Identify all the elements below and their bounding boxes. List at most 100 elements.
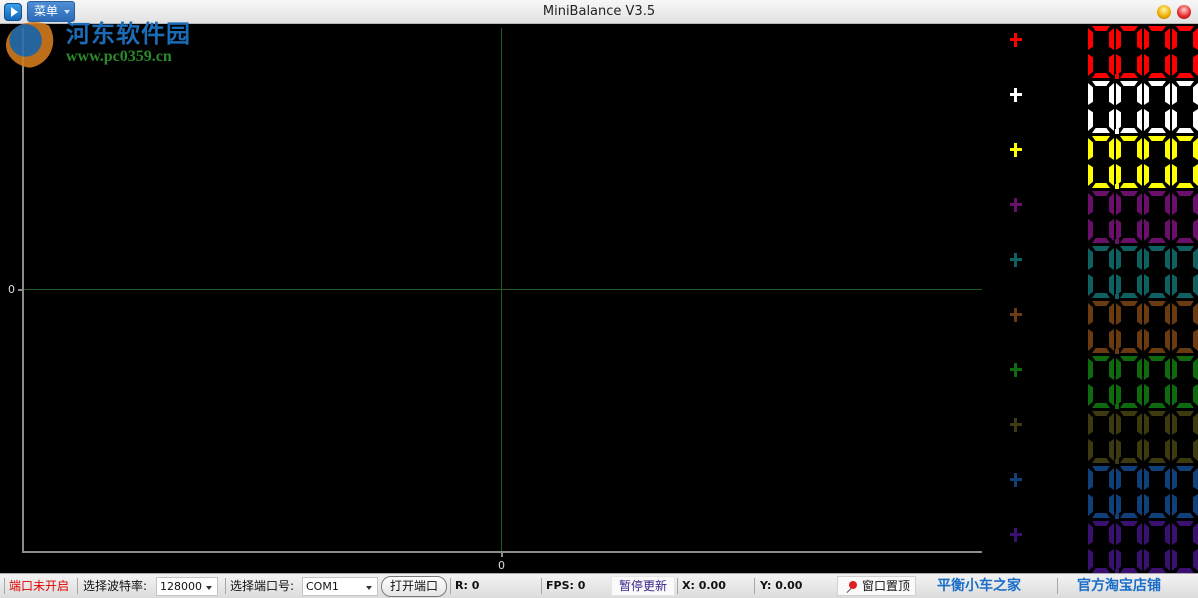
segment [1193, 494, 1198, 516]
seven-segment-digit [1088, 521, 1119, 574]
segment [1137, 54, 1142, 76]
segment [1120, 191, 1138, 196]
segment [1109, 384, 1114, 406]
seven-segment-digit [1144, 521, 1170, 573]
channel-2-display [1086, 80, 1198, 135]
segment [1144, 439, 1149, 461]
seven-segment-digit [1144, 246, 1170, 298]
seven-segment-digit [1088, 301, 1119, 354]
seven-segment-digit [1172, 26, 1198, 78]
x-tick-label: 0 [498, 559, 505, 572]
segment [1148, 183, 1166, 188]
segment [1193, 329, 1198, 351]
segment [1137, 28, 1142, 50]
channel-9-display [1086, 465, 1198, 520]
segment [1088, 83, 1093, 105]
baud-label: 选择波特率: [83, 579, 148, 593]
segment [1092, 73, 1110, 78]
seven-segment-digit [1088, 466, 1119, 519]
segment [1165, 164, 1170, 186]
segment [1193, 468, 1198, 490]
channel-9-toggle-plus-icon[interactable] [1010, 473, 1022, 487]
segment [1120, 403, 1138, 408]
plot-area[interactable]: 0 0 [0, 25, 1000, 572]
segment [1193, 28, 1198, 50]
segment [1172, 274, 1177, 296]
close-icon[interactable] [1177, 5, 1191, 19]
channel-2-toggle-plus-icon[interactable] [1010, 88, 1022, 102]
link-shop[interactable]: 官方淘宝店铺 [1077, 574, 1161, 598]
segment [1116, 164, 1121, 186]
channel-3-toggle-plus-icon[interactable] [1010, 143, 1022, 157]
fps-readout: FPS: 0 [546, 579, 586, 592]
segment [1193, 83, 1198, 105]
segment [1120, 26, 1138, 31]
segment [1109, 248, 1114, 270]
segment [1120, 301, 1138, 306]
seven-segment-digit [1172, 301, 1198, 353]
segment [1144, 193, 1149, 215]
segment [1165, 193, 1170, 215]
segment [1092, 293, 1110, 298]
segment [1148, 238, 1166, 243]
segment [1144, 28, 1149, 50]
pause-update-button[interactable]: 暂停更新 [611, 576, 675, 596]
r-readout: R: 0 [455, 579, 480, 592]
channel-4-toggle-plus-icon[interactable] [1010, 198, 1022, 212]
segment [1088, 54, 1093, 76]
seven-segment-digit [1172, 191, 1198, 243]
seven-segment-digit [1088, 191, 1119, 244]
channel-4-display [1086, 190, 1198, 245]
watermark-logo [6, 22, 62, 68]
seven-segment-digit [1144, 81, 1170, 133]
pin-window-button[interactable]: 窗口置顶 [837, 576, 916, 596]
segment [1165, 274, 1170, 296]
channel-5-toggle-plus-icon[interactable] [1010, 253, 1022, 267]
channel-10-toggle-plus-icon[interactable] [1010, 528, 1022, 542]
segment [1193, 358, 1198, 380]
port-select[interactable]: COM1 [302, 577, 378, 596]
segment [1172, 494, 1177, 516]
segment [1193, 109, 1198, 131]
segment [1148, 403, 1166, 408]
segment [1137, 219, 1142, 241]
channel-6-display [1086, 300, 1198, 355]
segment [1148, 348, 1166, 353]
segment [1165, 468, 1170, 490]
segment [1144, 523, 1149, 545]
segment [1193, 413, 1198, 435]
segment [1092, 411, 1110, 416]
channel-7-toggle-plus-icon[interactable] [1010, 363, 1022, 377]
link-home[interactable]: 平衡小车之家 [937, 574, 1021, 598]
segment [1120, 466, 1138, 471]
segment [1092, 128, 1110, 133]
segment [1116, 384, 1121, 406]
segment [1193, 219, 1198, 241]
segment [1148, 26, 1166, 31]
open-port-button[interactable]: 打开端口 [381, 576, 447, 597]
segment [1092, 348, 1110, 353]
segment [1148, 513, 1166, 518]
segment [1193, 248, 1198, 270]
baud-value: 128000 [160, 580, 202, 593]
segment [1165, 523, 1170, 545]
segment [1165, 549, 1170, 571]
segment [1148, 356, 1166, 361]
segment [1172, 413, 1177, 435]
port-value: COM1 [306, 580, 339, 593]
status-bar: 端口未开启 选择波特率: 128000 选择端口号: COM1 打开端口 R: … [0, 573, 1198, 598]
channel-8-toggle-plus-icon[interactable] [1010, 418, 1022, 432]
seven-segment-digit [1172, 81, 1198, 133]
segment [1116, 358, 1121, 380]
segment [1109, 54, 1114, 76]
segment [1088, 274, 1093, 296]
segment [1092, 521, 1110, 526]
segment [1193, 303, 1198, 325]
channel-6-toggle-plus-icon[interactable] [1010, 308, 1022, 322]
baud-select[interactable]: 128000 [156, 577, 218, 596]
divider [4, 578, 5, 594]
channel-1-toggle-plus-icon[interactable] [1010, 33, 1022, 47]
segment [1109, 274, 1114, 296]
segment [1088, 219, 1093, 241]
minimize-icon[interactable] [1157, 5, 1171, 19]
